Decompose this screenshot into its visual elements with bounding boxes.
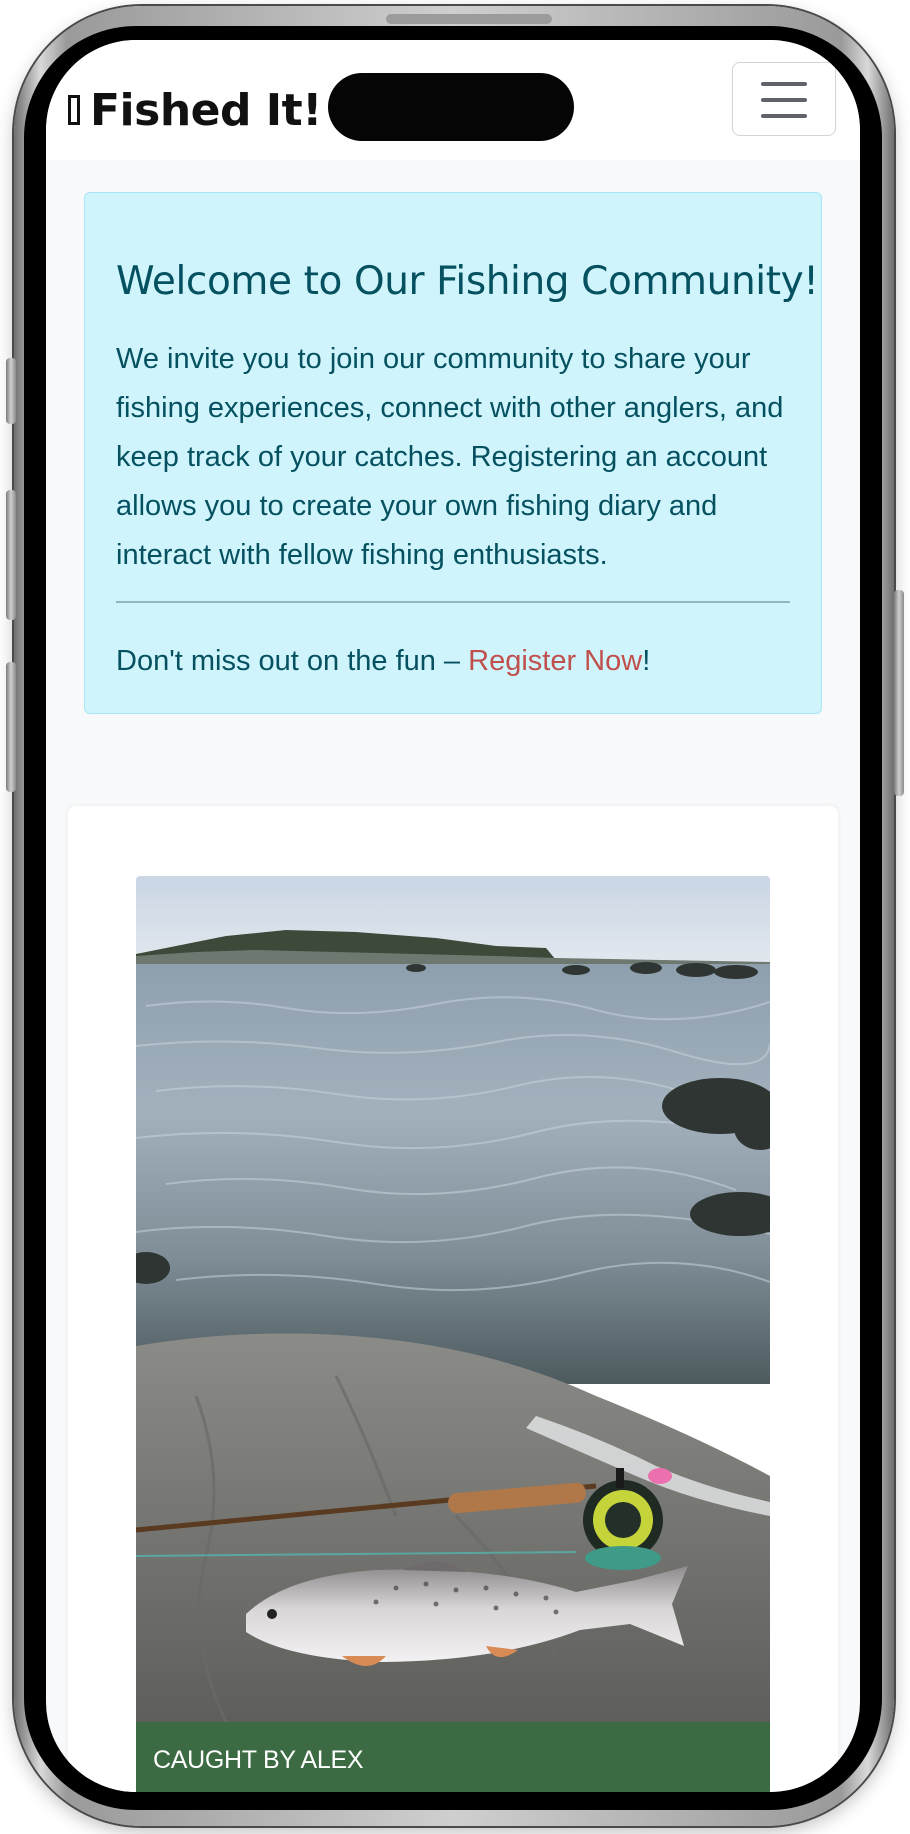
action-button xyxy=(6,358,16,424)
phone-screen: Fished It! Welcome to Our Fishing Commun… xyxy=(46,40,860,1792)
brand-text: Fished It! xyxy=(90,84,322,136)
dynamic-island xyxy=(328,73,574,141)
phone-antenna-band xyxy=(386,14,552,24)
device-mockup: Fished It! Welcome to Our Fishing Commun… xyxy=(0,0,910,1834)
register-callout-suffix: ! xyxy=(642,645,651,677)
menu-toggle-button[interactable] xyxy=(732,62,836,136)
catch-photo[interactable] xyxy=(136,876,770,1722)
volume-down-button xyxy=(6,662,16,792)
register-callout: Don't miss out on the fun – Register Now… xyxy=(116,641,796,681)
register-callout-text: Don't miss out on the fun – xyxy=(116,645,469,677)
catch-caption: CAUGHT BY ALEX xyxy=(136,1722,770,1792)
register-now-link[interactable]: Register Now xyxy=(468,645,642,677)
catch-post-card[interactable]: CAUGHT BY ALEX xyxy=(68,806,838,1792)
volume-up-button xyxy=(6,490,16,620)
catch-photo-image xyxy=(136,876,770,1722)
welcome-alert: Welcome to Our Fishing Community! We inv… xyxy=(84,192,822,714)
power-button xyxy=(894,590,904,796)
welcome-heading: Welcome to Our Fishing Community! xyxy=(116,259,819,304)
brand-link[interactable]: Fished It! xyxy=(68,80,322,140)
welcome-body: We invite you to join our community to s… xyxy=(116,343,784,571)
fish-icon xyxy=(68,95,80,125)
alert-divider xyxy=(116,601,790,603)
caught-by-label: CAUGHT BY ALEX xyxy=(153,1746,364,1774)
